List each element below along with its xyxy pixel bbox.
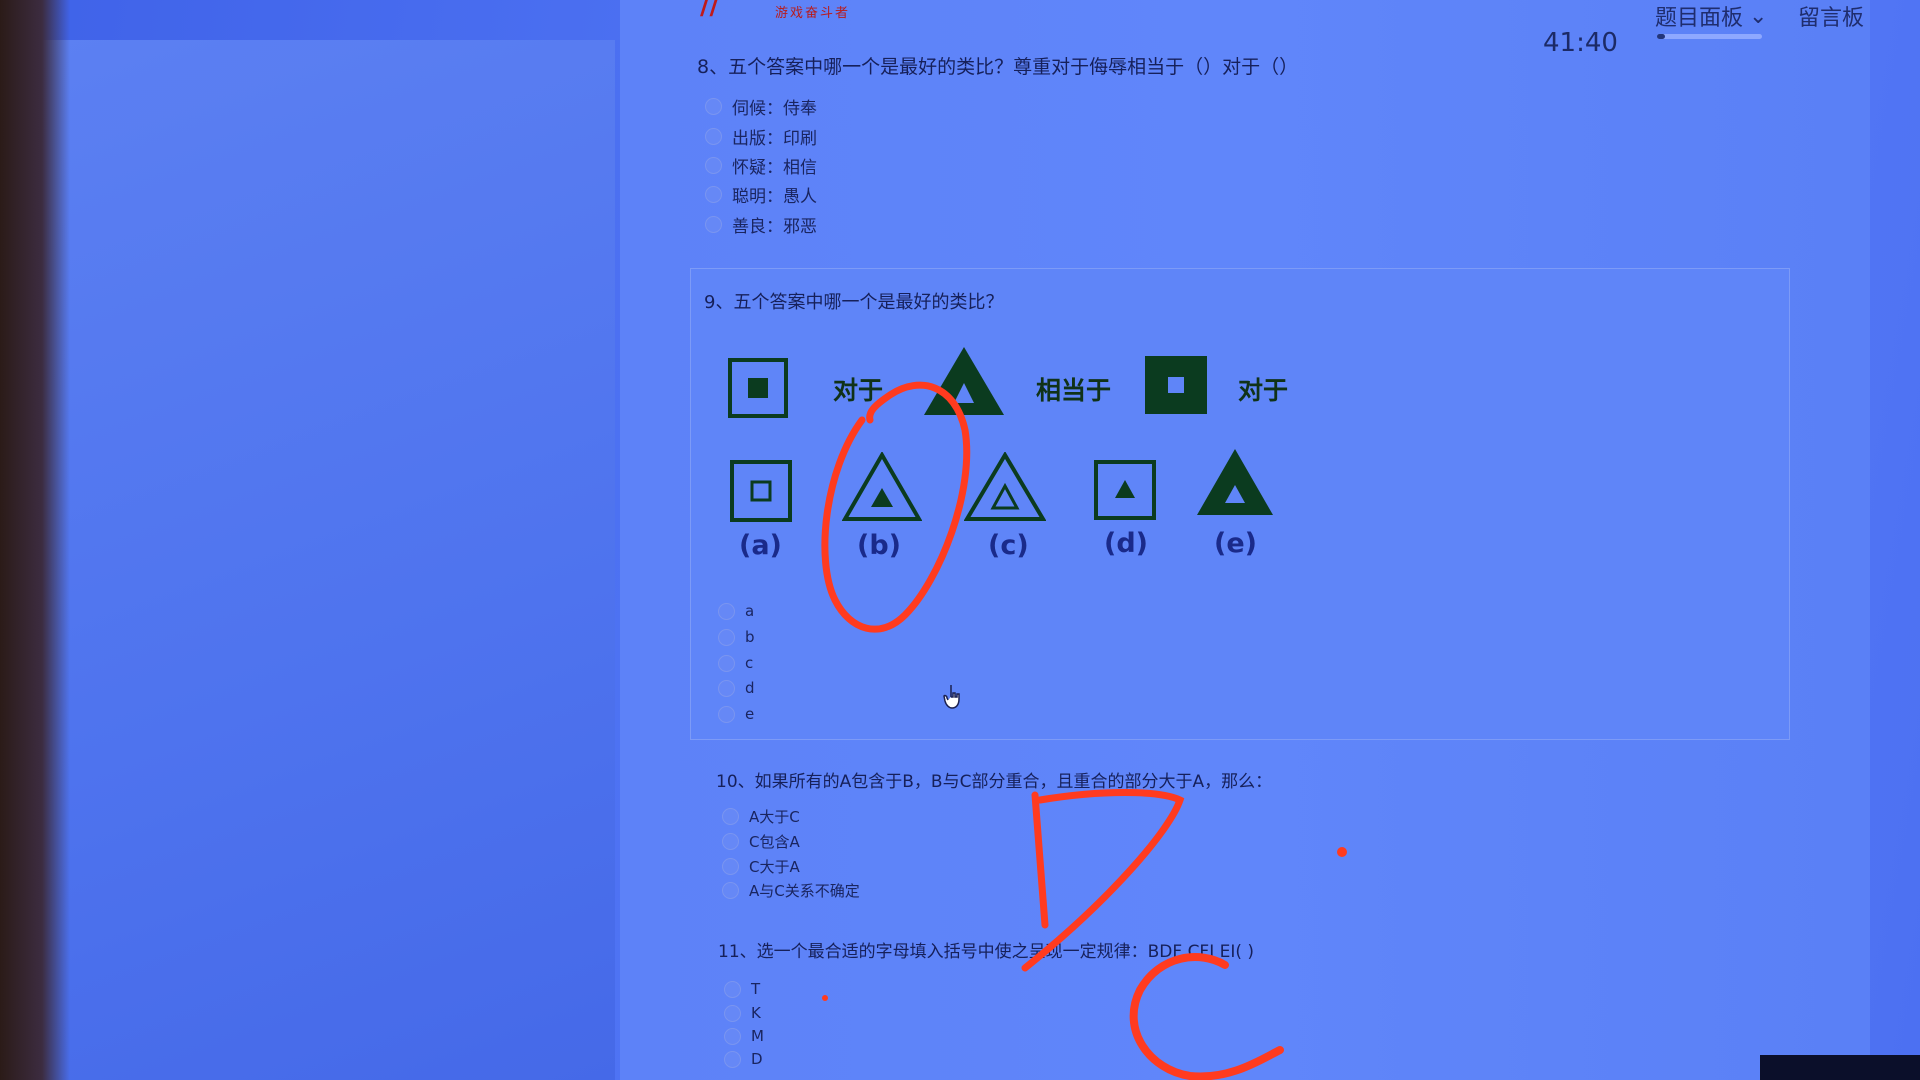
radio-button[interactable] bbox=[705, 128, 722, 145]
radio-button[interactable] bbox=[718, 628, 735, 646]
word-duiyu-1: 对于 bbox=[833, 376, 884, 405]
radio-button[interactable] bbox=[724, 1027, 741, 1045]
word-xiangdangyu: 相当于 bbox=[1036, 376, 1112, 405]
radio-button[interactable] bbox=[722, 833, 739, 850]
choice-a-figure-icon bbox=[730, 460, 792, 522]
q10-option-3[interactable]: C大于A bbox=[722, 856, 800, 877]
choice-d-label: (d) bbox=[1104, 528, 1149, 559]
radio-button[interactable] bbox=[705, 186, 722, 203]
choice-e-label: (e) bbox=[1214, 528, 1257, 559]
radio-button[interactable] bbox=[722, 808, 739, 825]
q11-option-4[interactable]: D bbox=[724, 1050, 763, 1068]
radio-button[interactable] bbox=[705, 216, 722, 233]
radio-button[interactable] bbox=[724, 980, 741, 998]
q11-option-2[interactable]: K bbox=[724, 1004, 761, 1022]
q9-option-d[interactable]: d bbox=[718, 679, 755, 697]
left-blank-panel bbox=[0, 40, 615, 1080]
logo-subtitle: 游戏奋斗者 bbox=[775, 6, 851, 21]
message-board-button[interactable]: 留言板 bbox=[1798, 0, 1864, 32]
q9-option-c[interactable]: c bbox=[718, 654, 753, 672]
word-duiyu-2: 对于 bbox=[1238, 376, 1289, 405]
radio-button[interactable] bbox=[705, 98, 722, 115]
q8-option-4[interactable]: 聪明：愚人 bbox=[705, 182, 817, 207]
choice-c-label: (c) bbox=[988, 530, 1029, 561]
q8-option-3[interactable]: 怀疑：相信 bbox=[705, 153, 817, 178]
monitor-bezel-left bbox=[0, 0, 70, 1080]
q10-option-2[interactable]: C包含A bbox=[722, 831, 800, 852]
radio-button[interactable] bbox=[718, 602, 735, 620]
choice-c-figure-icon bbox=[964, 452, 1046, 521]
logo-mark-icon: // bbox=[700, 0, 719, 21]
answer-progress-bar bbox=[1657, 34, 1762, 39]
hand-pointer-cursor-icon bbox=[943, 685, 960, 709]
radio-button[interactable] bbox=[705, 157, 722, 174]
choice-d-figure-icon bbox=[1094, 460, 1156, 520]
q8-option-2[interactable]: 出版：印刷 bbox=[705, 124, 817, 149]
square-with-filled-center-icon bbox=[728, 358, 788, 418]
radio-button[interactable] bbox=[718, 654, 735, 672]
radio-button[interactable] bbox=[718, 679, 735, 697]
question-10-title: 10、如果所有的A包含于B，B与C部分重合，且重合的部分大于A，那么： bbox=[716, 772, 1273, 792]
filled-square-with-hole-icon bbox=[1145, 356, 1207, 414]
radio-button[interactable] bbox=[724, 1004, 741, 1022]
question-9-title: 9、五个答案中哪一个是最好的类比？ bbox=[704, 292, 1004, 313]
question-8-title: 8、五个答案中哪一个是最好的类比？尊重对于侮辱相当于（）对于（） bbox=[697, 56, 1299, 78]
radio-button[interactable] bbox=[722, 882, 739, 899]
site-logo: // 游戏奋斗者 bbox=[700, 0, 910, 21]
answer-progress-fill bbox=[1657, 34, 1666, 39]
question-panel-label: 题目面板 bbox=[1655, 6, 1744, 31]
monitor-bezel-bottom bbox=[1760, 1055, 1920, 1080]
radio-button[interactable] bbox=[718, 705, 735, 723]
radio-button[interactable] bbox=[724, 1050, 741, 1068]
filled-triangle-with-hole-icon bbox=[924, 347, 1004, 415]
q9-option-a[interactable]: a bbox=[718, 602, 754, 620]
choice-b-figure-icon bbox=[842, 452, 922, 521]
q8-option-5[interactable]: 善良：邪恶 bbox=[705, 212, 817, 237]
countdown-timer: 41:40 bbox=[1543, 28, 1618, 58]
choice-a-label: (a) bbox=[739, 530, 782, 561]
q10-option-1[interactable]: A大于C bbox=[722, 806, 800, 827]
chevron-down-icon: ⌄ bbox=[1749, 3, 1768, 29]
choice-b-label: (b) bbox=[857, 530, 902, 561]
question-panel-button[interactable]: 题目面板 ⌄ bbox=[1655, 0, 1767, 32]
q8-option-1[interactable]: 伺候：侍奉 bbox=[705, 94, 817, 119]
q11-option-3[interactable]: M bbox=[724, 1027, 764, 1045]
q10-option-4[interactable]: A与C关系不确定 bbox=[722, 880, 860, 901]
choice-e-figure-icon bbox=[1197, 449, 1273, 515]
radio-button[interactable] bbox=[722, 858, 739, 875]
q9-option-e[interactable]: e bbox=[718, 705, 754, 723]
question-11-title: 11、选一个最合适的字母填入括号中使之呈现一定规律：BDF CFI EI( ) bbox=[718, 942, 1255, 962]
q11-option-1[interactable]: T bbox=[724, 980, 760, 998]
q9-option-b[interactable]: b bbox=[718, 628, 755, 646]
